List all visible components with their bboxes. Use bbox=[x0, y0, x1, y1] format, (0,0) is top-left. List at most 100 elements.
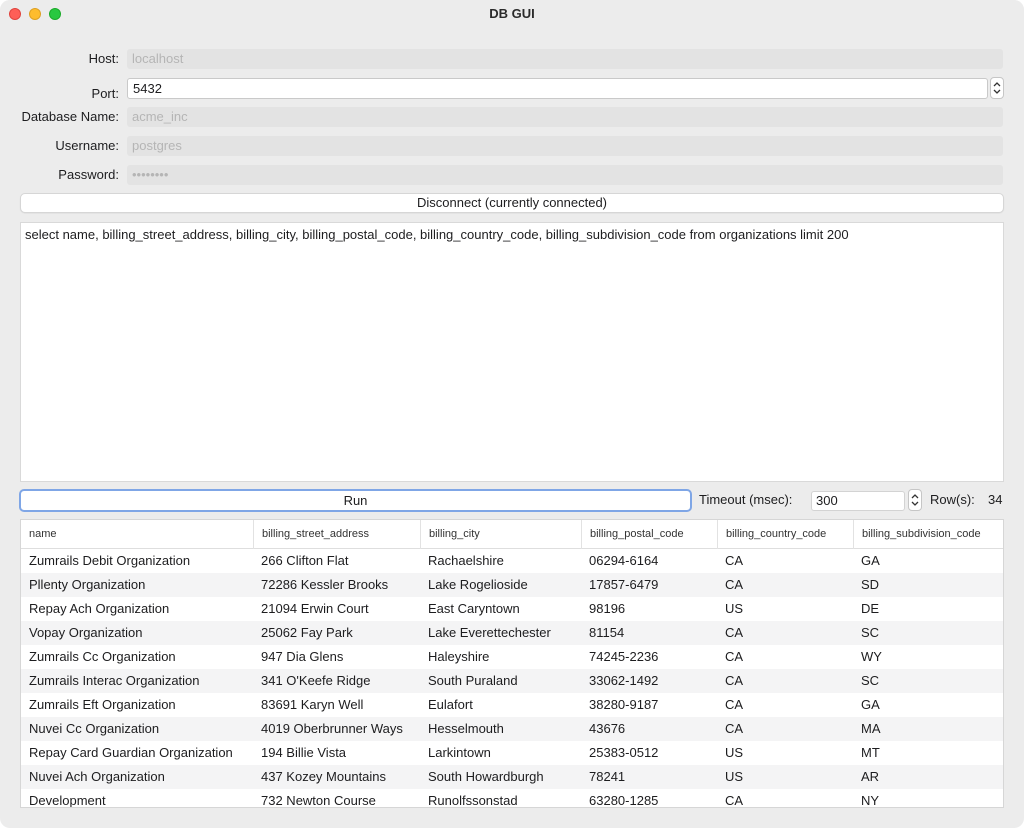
password-field[interactable]: •••••••• bbox=[127, 165, 1003, 185]
title-bar: DB GUI bbox=[0, 0, 1024, 28]
table-cell: SC bbox=[861, 673, 880, 688]
port-label: Port: bbox=[91, 86, 119, 101]
table-cell: 25383-0512 bbox=[589, 745, 659, 760]
table-cell: 38280-9187 bbox=[589, 697, 659, 712]
table-cell: Lake Everettechester bbox=[428, 625, 551, 640]
column-header-billing-postal-code[interactable]: billing_postal_code bbox=[581, 520, 717, 549]
table-cell: CA bbox=[725, 553, 744, 568]
port-field[interactable]: 5432 bbox=[127, 78, 988, 99]
timeout-label: Timeout (msec): bbox=[699, 492, 793, 507]
table-cell: Lake Rogelioside bbox=[428, 577, 528, 592]
table-cell: CA bbox=[725, 721, 744, 736]
table-cell: South Howardburgh bbox=[428, 769, 544, 784]
table-cell: Zumrails Interac Organization bbox=[29, 673, 200, 688]
table-row[interactable]: Vopay Organization 25062 Fay Park Lake Eve… bbox=[21, 621, 1003, 645]
table-cell: Nuvei Cc Organization bbox=[29, 721, 160, 736]
window-title: DB GUI bbox=[489, 6, 535, 21]
stepper-arrows-icon bbox=[993, 82, 1001, 94]
results-table[interactable]: name billing_street_address billing_city… bbox=[20, 519, 1004, 808]
table-cell: GA bbox=[861, 697, 880, 712]
table-cell: Development bbox=[29, 793, 106, 808]
table-cell: 33062-1492 bbox=[589, 673, 659, 688]
table-body: Zumrails Debit Organization 266 Clifton F… bbox=[21, 549, 1003, 808]
app-window: DB GUI Host: localhost Port: 5432 Databa… bbox=[0, 0, 1024, 828]
table-cell: 43676 bbox=[589, 721, 626, 736]
table-cell: East Caryntown bbox=[428, 601, 520, 616]
host-field[interactable]: localhost bbox=[127, 49, 1003, 69]
table-cell: 83691 Karyn Well bbox=[261, 697, 364, 712]
table-cell: MT bbox=[861, 745, 880, 760]
database-name-label: Database Name: bbox=[21, 109, 119, 124]
port-stepper[interactable] bbox=[990, 77, 1004, 99]
table-cell: 266 Clifton Flat bbox=[261, 553, 349, 568]
table-cell: CA bbox=[725, 793, 744, 808]
table-cell: Repay Ach Organization bbox=[29, 601, 170, 616]
username-field[interactable]: postgres bbox=[127, 136, 1003, 156]
table-cell: 25062 Fay Park bbox=[261, 625, 353, 640]
table-row[interactable]: Repay Ach Organization 21094 Erwin Court E… bbox=[21, 597, 1003, 621]
timeout-field[interactable]: 300 bbox=[811, 491, 905, 511]
disconnect-button[interactable]: Disconnect (currently connected) bbox=[20, 193, 1004, 213]
table-header: name billing_street_address billing_city… bbox=[21, 520, 1003, 549]
table-row[interactable]: Zumrails Interac Organization 341 O'Keefe… bbox=[21, 669, 1003, 693]
password-label: Password: bbox=[58, 167, 119, 182]
run-button[interactable]: Run bbox=[19, 489, 692, 512]
table-cell: Rachaelshire bbox=[428, 553, 504, 568]
table-cell: AR bbox=[861, 769, 880, 784]
table-cell: DE bbox=[861, 601, 880, 616]
column-header-billing-city[interactable]: billing_city bbox=[420, 520, 581, 549]
table-cell: 78241 bbox=[589, 769, 626, 784]
table-cell: US bbox=[725, 769, 744, 784]
table-cell: 98196 bbox=[589, 601, 626, 616]
table-cell: US bbox=[725, 745, 744, 760]
table-row[interactable]: Nuvei Ach Organization 437 Kozey Mountain… bbox=[21, 765, 1003, 789]
table-cell: 17857-6479 bbox=[589, 577, 659, 592]
column-header-name[interactable]: name bbox=[21, 520, 253, 549]
query-editor[interactable]: select name, billing_street_address, bil… bbox=[20, 222, 1004, 482]
table-cell: Runolfssonstad bbox=[428, 793, 518, 808]
column-header-billing-street-address[interactable]: billing_street_address bbox=[253, 520, 420, 549]
table-cell: 194 Billie Vista bbox=[261, 745, 347, 760]
column-header-billing-subdivision-code[interactable]: billing_subdivision_code bbox=[853, 520, 1003, 549]
table-cell: CA bbox=[725, 625, 744, 640]
table-cell: Zumrails Cc Organization bbox=[29, 649, 176, 664]
table-cell: MA bbox=[861, 721, 881, 736]
table-cell: 63280-1285 bbox=[589, 793, 659, 808]
table-cell: 341 O'Keefe Ridge bbox=[261, 673, 371, 688]
stepper-arrows-icon bbox=[911, 494, 919, 506]
table-cell: 72286 Kessler Brooks bbox=[261, 577, 389, 592]
table-cell: CA bbox=[725, 697, 744, 712]
row-count-value: 34 bbox=[988, 492, 1003, 507]
table-row[interactable]: Development 732 Newton Course Runolfssonst… bbox=[21, 789, 1003, 808]
table-cell: 74245-2236 bbox=[589, 649, 659, 664]
table-cell: US bbox=[725, 601, 744, 616]
table-cell: 4019 Oberbrunner Ways bbox=[261, 721, 403, 736]
table-cell: NY bbox=[861, 793, 880, 808]
table-row[interactable]: Zumrails Eft Organization 83691 Karyn Wel… bbox=[21, 693, 1003, 717]
table-cell: 732 Newton Course bbox=[261, 793, 376, 808]
table-cell: South Puraland bbox=[428, 673, 518, 688]
table-cell: Nuvei Ach Organization bbox=[29, 769, 165, 784]
username-label: Username: bbox=[55, 138, 119, 153]
table-cell: SD bbox=[861, 577, 880, 592]
table-cell: Haleyshire bbox=[428, 649, 490, 664]
table-row[interactable]: Nuvei Cc Organization 4019 Oberbrunner Wa… bbox=[21, 717, 1003, 741]
table-cell: 947 Dia Glens bbox=[261, 649, 344, 664]
timeout-stepper[interactable] bbox=[908, 489, 922, 511]
table-cell: Hesselmouth bbox=[428, 721, 504, 736]
table-cell: Eulafort bbox=[428, 697, 473, 712]
table-cell: CA bbox=[725, 649, 744, 664]
table-row[interactable]: Pllenty Organization 72286 Kessler Brooks… bbox=[21, 573, 1003, 597]
table-cell: GA bbox=[861, 553, 880, 568]
table-cell: CA bbox=[725, 577, 744, 592]
table-cell: Zumrails Debit Organization bbox=[29, 553, 191, 568]
table-cell: 81154 bbox=[589, 625, 625, 640]
table-row[interactable]: Repay Card Guardian Organization 194 Bill… bbox=[21, 741, 1003, 765]
table-cell: Pllenty Organization bbox=[29, 577, 146, 592]
table-cell: Larkintown bbox=[428, 745, 491, 760]
table-row[interactable]: Zumrails Debit Organization 266 Clifton F… bbox=[21, 549, 1003, 573]
table-cell: 437 Kozey Mountains bbox=[261, 769, 387, 784]
table-row[interactable]: Zumrails Cc Organization 947 Dia Glens Hal… bbox=[21, 645, 1003, 669]
column-header-billing-country-code[interactable]: billing_country_code bbox=[717, 520, 853, 549]
database-name-field[interactable]: acme_inc bbox=[127, 107, 1003, 127]
